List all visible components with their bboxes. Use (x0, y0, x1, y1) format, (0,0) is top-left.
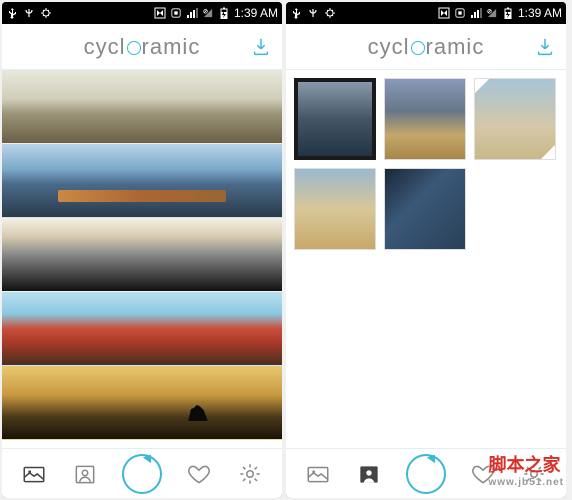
panorama-item[interactable] (2, 366, 282, 440)
app-title: cycl ramic (84, 34, 201, 60)
no-sim-icon (202, 7, 214, 19)
panorama-list[interactable] (2, 70, 282, 448)
phone-right: 1:39 AM cycl ramic (286, 2, 566, 498)
logo-ring-icon (411, 41, 425, 55)
debug-icon (324, 7, 336, 19)
title-prefix: cycl (84, 34, 126, 59)
bottom-nav (286, 448, 566, 498)
nav-favorites[interactable] (185, 460, 213, 488)
grid-item[interactable] (294, 78, 376, 160)
nav-gallery[interactable] (20, 460, 48, 488)
usb-icon (6, 7, 18, 19)
panorama-item[interactable] (2, 218, 282, 292)
no-sim-icon (486, 7, 498, 19)
import-button[interactable] (534, 36, 556, 58)
psi-icon (307, 7, 319, 19)
nav-gallery[interactable] (304, 460, 332, 488)
battery-icon (502, 7, 514, 19)
nav-portraits[interactable] (71, 460, 99, 488)
grid-item[interactable] (384, 78, 466, 160)
psi-icon (23, 7, 35, 19)
sync-icon (454, 7, 466, 19)
phone-left: 1:39 AM cycl ramic (2, 2, 282, 498)
nav-capture[interactable] (406, 454, 446, 494)
status-bar: 1:39 AM (286, 2, 566, 24)
usb-icon (290, 7, 302, 19)
grid-item[interactable] (384, 168, 466, 250)
bottom-nav (2, 448, 282, 498)
nfc-icon (438, 7, 450, 19)
nav-settings[interactable] (520, 460, 548, 488)
app-title: cycl ramic (368, 34, 485, 60)
nav-portraits[interactable] (355, 460, 383, 488)
logo-ring-icon (127, 41, 141, 55)
debug-icon (40, 7, 52, 19)
battery-icon (218, 7, 230, 19)
nav-settings[interactable] (236, 460, 264, 488)
panorama-item[interactable] (2, 144, 282, 218)
nfc-icon (154, 7, 166, 19)
status-time: 1:39 AM (518, 6, 562, 20)
grid-item[interactable] (294, 168, 376, 250)
import-button[interactable] (250, 36, 272, 58)
app-header: cycl ramic (286, 24, 566, 70)
title-suffix: ramic (426, 34, 485, 59)
sync-icon (170, 7, 182, 19)
app-header: cycl ramic (2, 24, 282, 70)
status-bar: 1:39 AM (2, 2, 282, 24)
title-prefix: cycl (368, 34, 410, 59)
panorama-item[interactable] (2, 70, 282, 144)
signal-icon (470, 7, 482, 19)
grid-item[interactable] (474, 78, 556, 160)
panorama-item[interactable] (2, 292, 282, 366)
nav-favorites[interactable] (469, 460, 497, 488)
status-time: 1:39 AM (234, 6, 278, 20)
nav-capture[interactable] (122, 454, 162, 494)
photo-grid[interactable] (286, 70, 566, 448)
title-suffix: ramic (142, 34, 201, 59)
signal-icon (186, 7, 198, 19)
